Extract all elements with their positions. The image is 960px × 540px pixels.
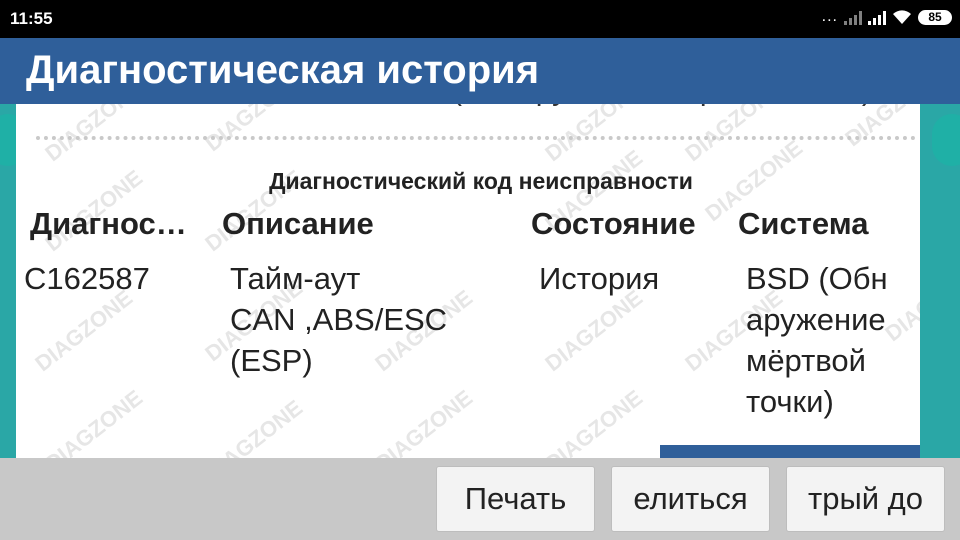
cell-system-line: точки): [746, 384, 834, 419]
partially-hidden-button[interactable]: [660, 445, 920, 458]
status-bar: 11:55 ... 85: [0, 0, 960, 38]
status-icons: ... 85: [822, 8, 952, 26]
quick-test-button[interactable]: трый до: [786, 466, 945, 532]
cell-description-line: CAN ,ABS/ESC: [230, 302, 448, 337]
table-caption: Диагностический код неисправности: [269, 168, 693, 194]
cell-code: C162587: [24, 261, 150, 296]
battery-icon: 85: [918, 9, 952, 25]
signal-icon-2: [868, 9, 886, 25]
cell-system-line: мёртвой: [746, 343, 866, 378]
watermark: DIAGZONE: [540, 385, 648, 458]
print-button[interactable]: Печать: [436, 466, 595, 532]
column-header-code: Диагнос…: [30, 206, 187, 241]
cell-description: Тайм-аут CAN ,ABS/ESC (ESP): [230, 258, 447, 381]
watermark: DIAGZONE: [370, 385, 478, 458]
cell-system-line: BSD (Обн: [746, 261, 888, 296]
dotted-divider: [36, 136, 916, 140]
cell-description-line: Тайм-аут: [230, 261, 361, 296]
cell-system: BSD (Обн аружение мёртвой точки): [746, 258, 888, 422]
right-notch-decoration: [932, 114, 960, 166]
column-header-system: Система: [738, 206, 869, 241]
bottom-action-bar: Печать елиться трый до: [0, 458, 960, 540]
column-header-description: Описание: [222, 206, 374, 241]
cell-status: История: [539, 261, 660, 296]
notification-dots: ...: [821, 8, 838, 25]
page-title: Диагностическая история: [26, 48, 540, 92]
watermark: DIAGZONE: [200, 395, 308, 458]
wifi-icon: [893, 10, 911, 24]
cell-system-line: аружение: [746, 302, 886, 337]
share-button[interactable]: елиться: [611, 466, 770, 532]
cell-description-line: (ESP): [230, 343, 313, 378]
report-card[interactable]: DIAGZONE DIAGZONE DIAGZONE DIAGZONE DIAG…: [16, 88, 920, 458]
watermark: DIAGZONE: [40, 385, 148, 458]
signal-icon: [844, 9, 862, 25]
status-time: 11:55: [10, 9, 53, 28]
app-header: Диагностическая история: [0, 38, 960, 104]
column-header-status: Состояние: [531, 206, 696, 241]
